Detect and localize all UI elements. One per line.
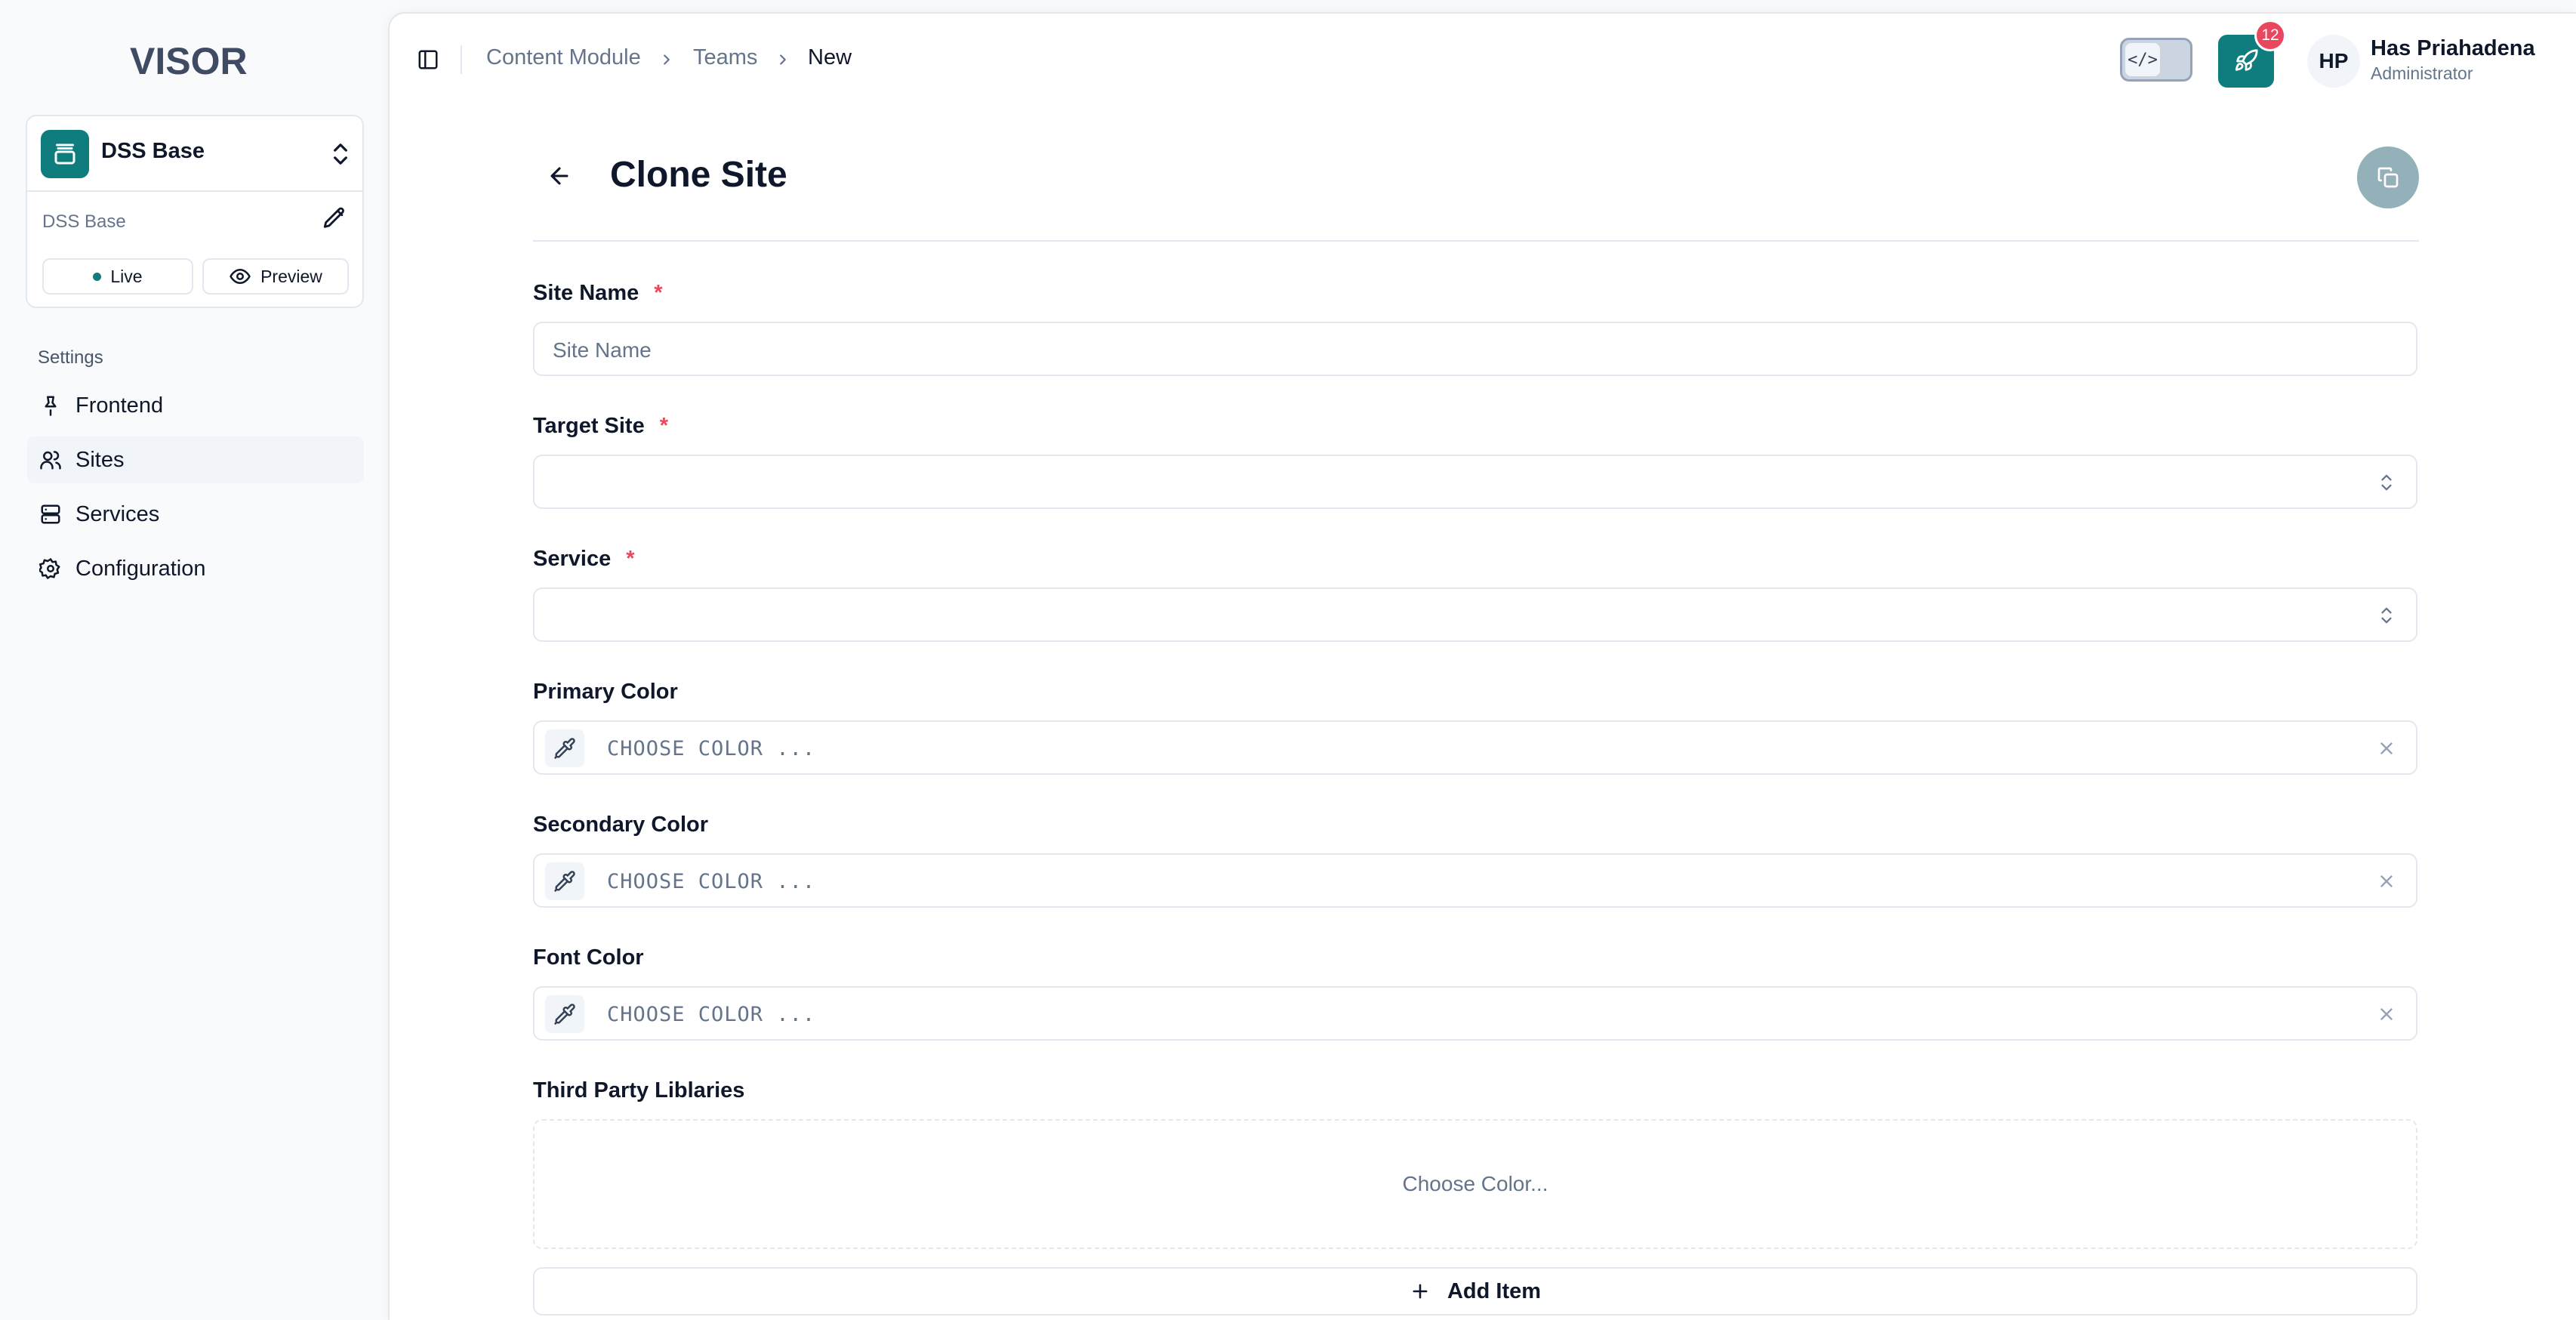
code-icon: </>: [2125, 43, 2160, 76]
preview-label: Preview: [260, 266, 322, 286]
dropzone-text: Choose Color...: [1402, 1172, 1548, 1195]
sidebar-item-label: Sites: [75, 447, 125, 472]
third-party-label: Third Party Liblaries: [533, 1078, 745, 1103]
target-site-label: Target Site *: [533, 414, 668, 439]
settings-section-label: Settings: [38, 347, 103, 368]
secondary-color-label: Secondary Color: [533, 813, 709, 837]
eyedropper-icon: [554, 871, 575, 892]
live-button[interactable]: Live: [42, 258, 193, 295]
font-color-placeholder: CHOOSE COLOR ...: [607, 1003, 816, 1026]
close-icon[interactable]: [2377, 871, 2396, 891]
primary-color-label: Primary Color: [533, 680, 678, 704]
required-mark: *: [654, 281, 663, 305]
site-switcher[interactable]: DSS Base: [27, 116, 362, 192]
site-name-input[interactable]: Site Name: [533, 322, 2417, 376]
site-name-label-text: Site Name: [533, 281, 639, 305]
target-site-label-text: Target Site: [533, 414, 645, 438]
eyedropper-button[interactable]: [545, 862, 584, 900]
code-view-toggle[interactable]: </>: [2120, 38, 2192, 82]
visor-logo: VISOR: [130, 38, 263, 83]
user-name: Has Priahadena: [2371, 36, 2535, 60]
service-label: Service *: [533, 547, 635, 572]
eyedropper-icon: [554, 738, 575, 759]
gear-icon: [39, 558, 60, 579]
site-switcher-card: DSS Base DSS Base Live Preview: [26, 115, 364, 308]
back-arrow-icon[interactable]: [547, 163, 572, 189]
preview-button[interactable]: Preview: [202, 258, 349, 295]
breadcrumb-current: New: [808, 45, 852, 69]
site-name-label: Site Name *: [533, 281, 663, 306]
chevron-updown-icon: [2381, 607, 2392, 624]
sidebar-item-label: Frontend: [75, 393, 164, 418]
page-title: Clone Site: [610, 155, 787, 195]
font-color-label: Font Color: [533, 945, 644, 970]
service-select[interactable]: [533, 588, 2417, 642]
add-item-label: Add Item: [1447, 1278, 1542, 1303]
server-icon: [41, 504, 60, 524]
eyedropper-button[interactable]: [545, 995, 584, 1033]
chevron-right-icon: [780, 54, 786, 65]
rocket-icon: [2235, 49, 2258, 71]
copy-icon: [2377, 167, 2399, 188]
site-subtitle: DSS Base: [42, 211, 126, 232]
breadcrumb-content-module[interactable]: Content Module: [486, 45, 641, 70]
add-item-button[interactable]: Add Item: [533, 1267, 2417, 1315]
live-label: Live: [110, 266, 143, 286]
chevron-right-icon: [664, 54, 670, 65]
breadcrumb-teams[interactable]: Teams: [693, 45, 757, 70]
secondary-color-field[interactable]: CHOOSE COLOR ...: [533, 853, 2417, 908]
third-party-dropzone[interactable]: Choose Color...: [533, 1119, 2417, 1249]
target-site-select[interactable]: [533, 455, 2417, 509]
plus-icon: [1413, 1284, 1428, 1299]
close-icon[interactable]: [2377, 1004, 2396, 1024]
live-dot-icon: [93, 272, 102, 281]
logo-text: VISOR: [130, 40, 248, 82]
chevron-updown-icon: [2381, 474, 2392, 491]
required-mark: *: [659, 414, 669, 438]
clone-button[interactable]: [2357, 146, 2419, 208]
site-title: DSS Base: [101, 139, 205, 163]
sidebar-item-label: Services: [75, 501, 160, 526]
close-icon[interactable]: [2377, 739, 2396, 758]
title-divider: [533, 240, 2419, 242]
font-color-field[interactable]: CHOOSE COLOR ...: [533, 986, 2417, 1041]
sidebar-item-sites[interactable]: Sites: [27, 436, 364, 483]
secondary-color-placeholder: CHOOSE COLOR ...: [607, 870, 816, 893]
header-divider: [461, 45, 462, 74]
primary-color-placeholder: CHOOSE COLOR ...: [607, 737, 816, 760]
sidebar-item-frontend[interactable]: Frontend: [27, 382, 364, 429]
chevron-updown-icon: [334, 143, 347, 165]
sidebar-item-label: Configuration: [75, 556, 206, 581]
sidebar-toggle-icon[interactable]: [417, 48, 439, 71]
eyedropper-icon: [554, 1004, 575, 1025]
primary-color-field[interactable]: CHOOSE COLOR ...: [533, 720, 2417, 775]
pin-icon: [45, 396, 57, 416]
eyedropper-button[interactable]: [545, 729, 584, 767]
layers-icon: [41, 130, 89, 178]
sidebar-item-configuration[interactable]: Configuration: [27, 545, 364, 592]
eye-icon: [230, 269, 251, 284]
notification-badge: 12: [2254, 20, 2286, 51]
required-mark: *: [626, 547, 635, 571]
sidebar-item-services[interactable]: Services: [27, 491, 364, 538]
site-name-placeholder: Site Name: [553, 338, 652, 362]
service-label-text: Service: [533, 547, 612, 571]
pencil-icon[interactable]: [322, 205, 347, 231]
user-role: Administrator: [2371, 63, 2473, 83]
users-icon: [40, 451, 61, 470]
avatar[interactable]: HP: [2307, 35, 2360, 88]
